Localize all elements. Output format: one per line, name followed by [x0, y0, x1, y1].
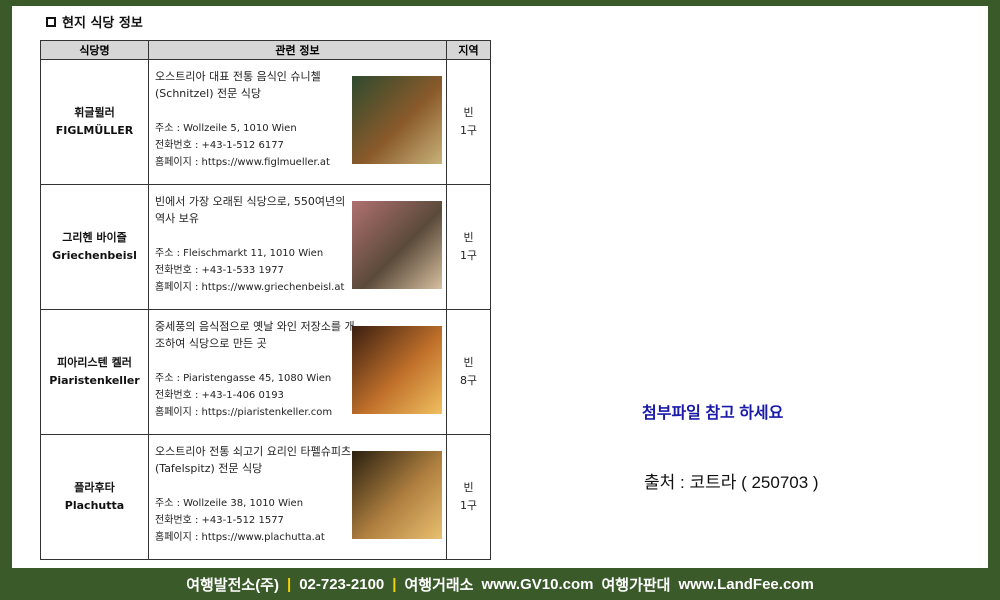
footer-exchange: 여행거래소: [404, 576, 474, 594]
restaurant-name-en: Piaristenkeller: [49, 374, 140, 387]
footer-phone: 02-723-2100: [299, 575, 385, 593]
restaurant-homepage: 홈페이지 : https://piaristenkeller.com: [155, 407, 333, 418]
source-note: 출처 : 코트라 ( 250703 ): [644, 473, 819, 492]
section-heading-text: 현지 식당 정보: [62, 16, 143, 31]
attachment-note: 첨부파일 참고 하세요: [642, 405, 784, 422]
region-text: 빈 1구: [459, 481, 478, 512]
restaurant-photo: [352, 326, 442, 414]
restaurant-homepage: 홈페이지 : https://www.figlmueller.at: [155, 157, 330, 168]
restaurant-info-cell: 빈에서 가장 오래된 식당으로, 550여년의 역사 보유 주소 : Fleis…: [148, 184, 447, 310]
restaurant-table: 식당명 관련 정보 지역 휘글뮐러 FIGLMÜLLER 오스트리아 대표 전통…: [40, 40, 491, 560]
restaurant-name-en: Plachutta: [64, 499, 125, 512]
footer-company: 여행발전소(주): [186, 576, 279, 594]
restaurant-photo: [352, 76, 442, 164]
footer-market: 여행가판대: [601, 576, 671, 594]
table-header-row: 식당명 관련 정보 지역: [40, 40, 491, 60]
restaurant-homepage: 홈페이지 : https://www.griechenbeisl.at: [155, 282, 345, 293]
restaurant-info-cell: 중세풍의 음식점으로 옛날 와인 저장소를 개조하여 식당으로 만든 곳 주소 …: [148, 309, 447, 435]
restaurant-name-cell: 플라후타 Plachutta: [40, 434, 149, 560]
restaurant-phone: 전화번호 : +43-1-512 6177: [155, 140, 284, 151]
restaurant-description: 중세풍의 음식점으로 옛날 와인 저장소를 개조하여 식당으로 만든 곳: [155, 320, 355, 350]
header-name: 식당명: [40, 40, 149, 60]
header-info: 관련 정보: [148, 40, 447, 60]
restaurant-description: 빈에서 가장 오래된 식당으로, 550여년의 역사 보유: [155, 195, 346, 225]
header-region: 지역: [446, 40, 491, 60]
footer-site2[interactable]: www.LandFee.com: [678, 576, 813, 593]
restaurant-phone: 전화번호 : +43-1-533 1977: [155, 265, 284, 276]
region-cell: 빈 1구: [446, 184, 491, 310]
restaurant-address: 주소 : Piaristengasse 45, 1080 Wien: [155, 373, 332, 384]
restaurant-address: 주소 : Wollzeile 38, 1010 Wien: [155, 498, 304, 509]
restaurant-name-ko: 플라후타: [74, 481, 115, 494]
restaurant-name-ko: 그리헨 바이즐: [62, 231, 127, 244]
restaurant-name-en: FIGLMÜLLER: [55, 124, 134, 137]
region-text: 빈 1구: [459, 231, 478, 262]
table-row: 피아리스텐 켈러 Piaristenkeller 중세풍의 음식점으로 옛날 와…: [40, 309, 491, 435]
section-heading: 현지 식당 정보: [46, 12, 143, 31]
footer-separator: |: [392, 575, 397, 593]
checkbox-icon: [46, 16, 56, 27]
restaurant-name-en: Griechenbeisl: [52, 249, 137, 262]
region-text: 빈 1구: [459, 106, 478, 137]
restaurant-phone: 전화번호 : +43-1-406 0193: [155, 390, 284, 401]
footer-bar: 여행발전소(주) | 02-723-2100 | 여행거래소 www.GV10.…: [0, 568, 1000, 600]
restaurant-name-cell: 휘글뮐러 FIGLMÜLLER: [40, 59, 149, 185]
restaurant-name-cell: 피아리스텐 켈러 Piaristenkeller: [40, 309, 149, 435]
restaurant-address: 주소 : Fleischmarkt 11, 1010 Wien: [155, 248, 324, 259]
restaurant-photo: [352, 451, 442, 539]
region-cell: 빈 1구: [446, 59, 491, 185]
footer-separator: |: [286, 575, 292, 593]
restaurant-name-ko: 피아리스텐 켈러: [57, 356, 132, 369]
document-image: 현지 식당 정보 식당명 관련 정보 지역 휘글뮐러 FIGLMÜLLER 오스…: [28, 6, 491, 568]
table-row: 그리헨 바이즐 Griechenbeisl 빈에서 가장 오래된 식당으로, 5…: [40, 184, 491, 310]
footer-site1[interactable]: www.GV10.com: [481, 576, 593, 593]
restaurant-address: 주소 : Wollzeile 5, 1010 Wien: [155, 123, 297, 134]
restaurant-homepage: 홈페이지 : https://www.plachutta.at: [155, 532, 325, 543]
restaurant-name-cell: 그리헨 바이즐 Griechenbeisl: [40, 184, 149, 310]
region-cell: 빈 1구: [446, 434, 491, 560]
table-row: 휘글뮐러 FIGLMÜLLER 오스트리아 대표 전통 음식인 슈니첼(Schn…: [40, 59, 491, 185]
region-text: 빈 8구: [459, 356, 478, 387]
content-frame: 현지 식당 정보 식당명 관련 정보 지역 휘글뮐러 FIGLMÜLLER 오스…: [12, 6, 988, 568]
table-row: 플라후타 Plachutta 오스트리아 전통 쇠고기 요리인 타펠슈피츠(Ta…: [40, 434, 491, 560]
restaurant-phone: 전화번호 : +43-1-512 1577: [155, 515, 284, 526]
restaurant-description: 오스트리아 대표 전통 음식인 슈니첼(Schnitzel) 전문 식당: [155, 70, 321, 100]
restaurant-photo: [352, 201, 442, 289]
restaurant-info-cell: 오스트리아 전통 쇠고기 요리인 타펠슈피츠(Tafelspitz) 전문 식당…: [148, 434, 447, 560]
restaurant-description: 오스트리아 전통 쇠고기 요리인 타펠슈피츠(Tafelspitz) 전문 식당: [155, 445, 352, 475]
restaurant-info-cell: 오스트리아 대표 전통 음식인 슈니첼(Schnitzel) 전문 식당 주소 …: [148, 59, 447, 185]
restaurant-name-ko: 휘글뮐러: [74, 106, 115, 119]
region-cell: 빈 8구: [446, 309, 491, 435]
